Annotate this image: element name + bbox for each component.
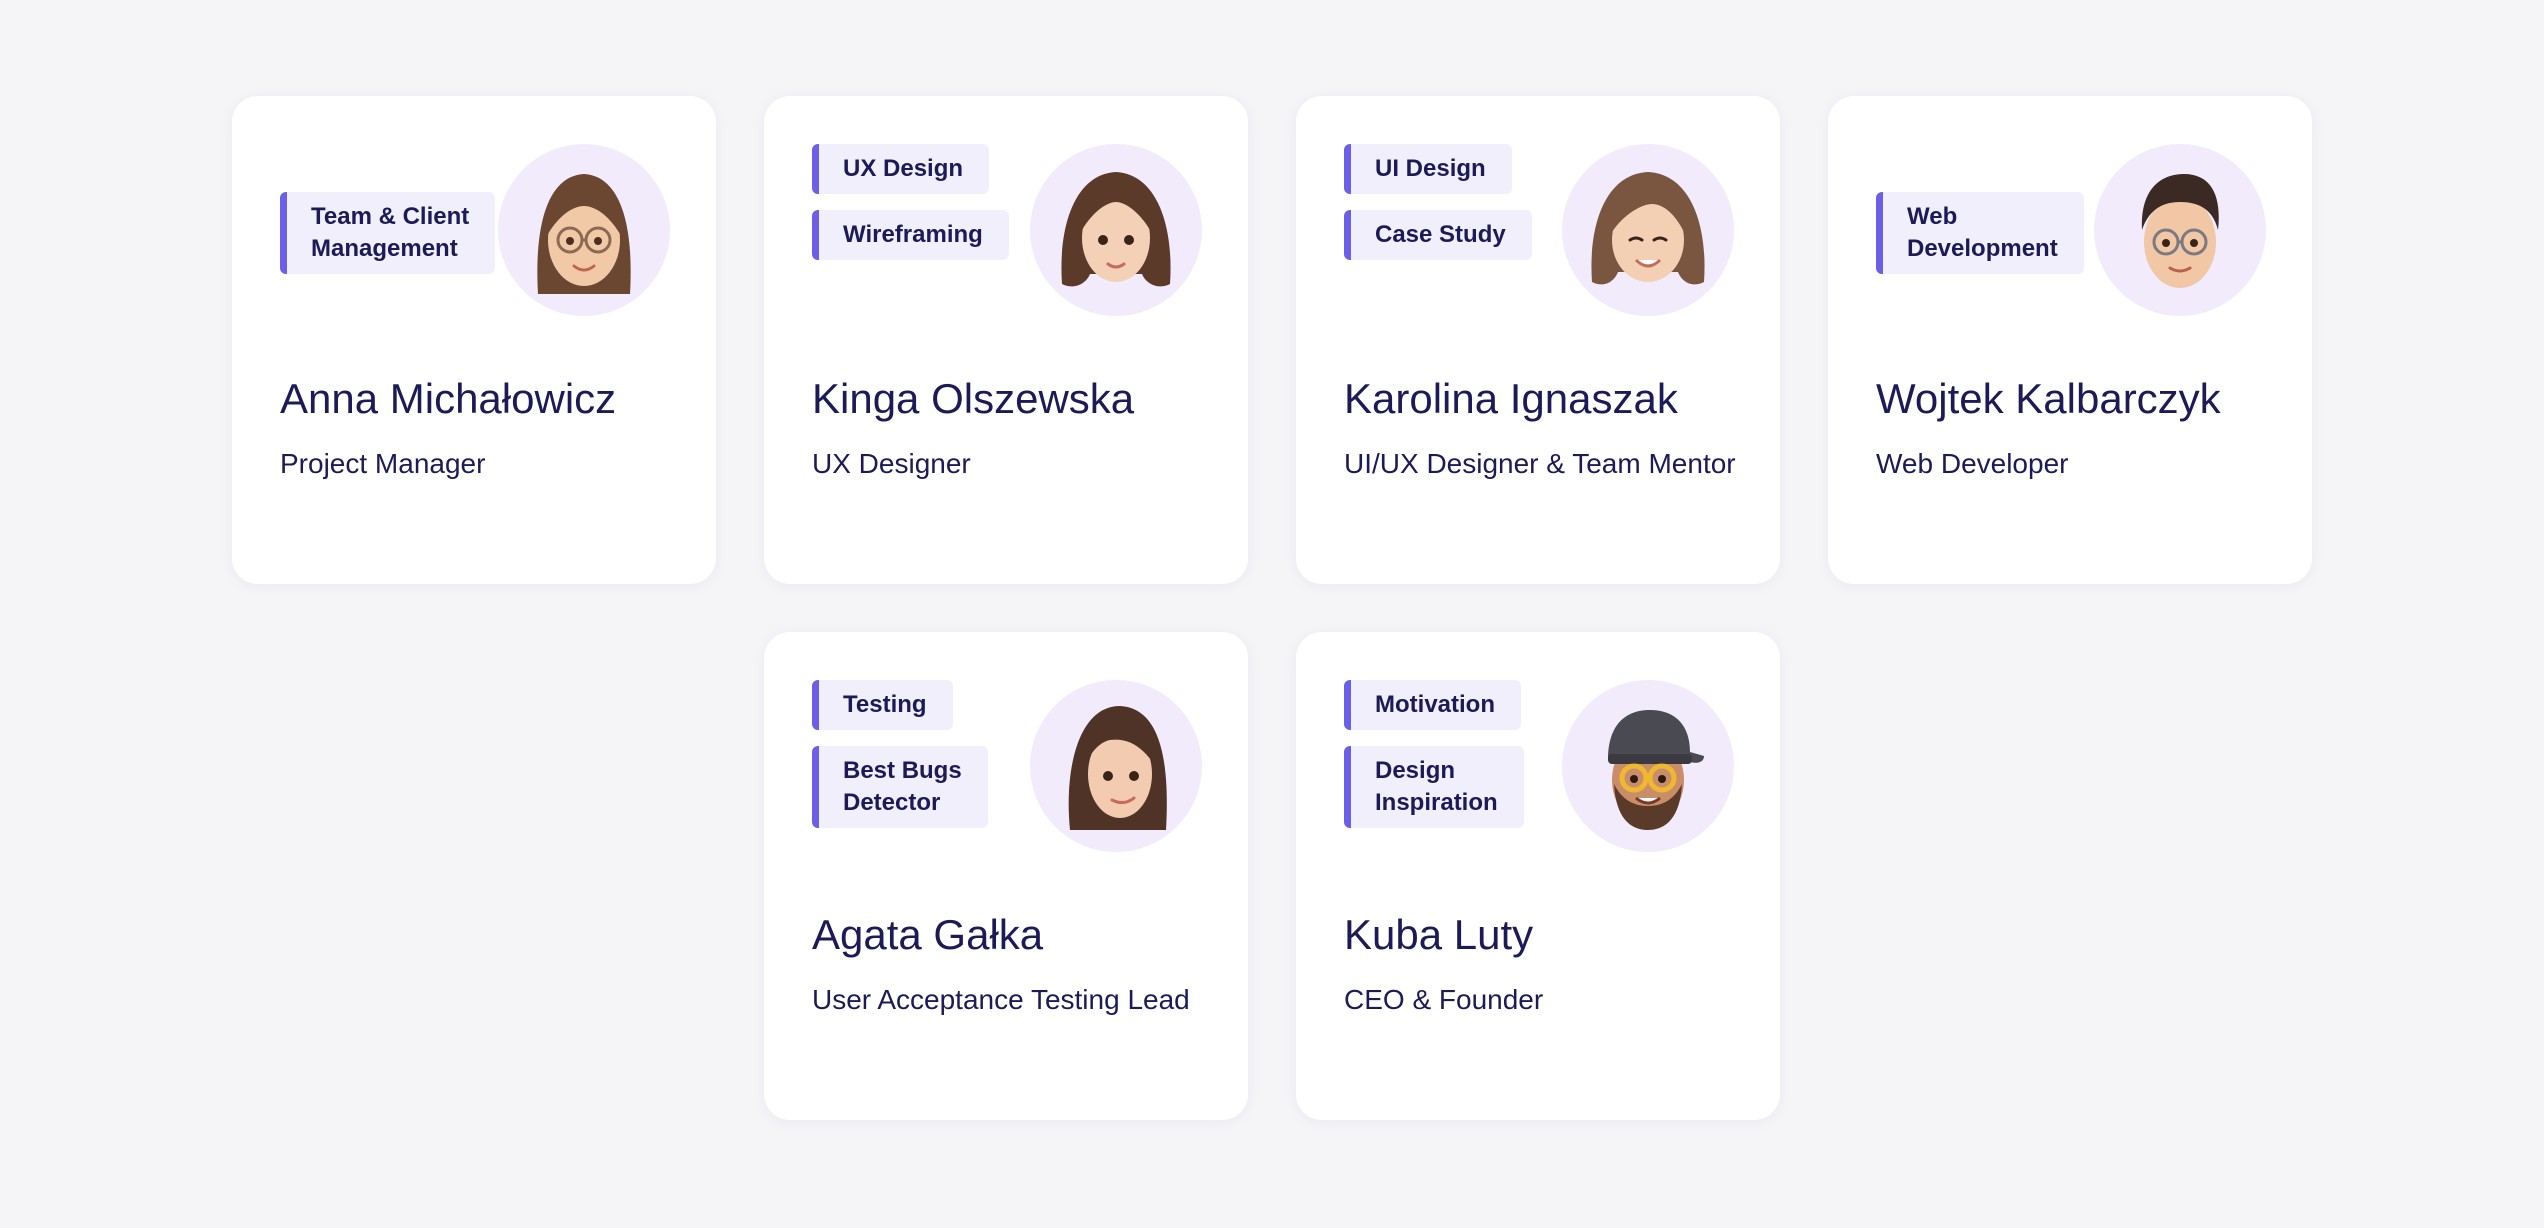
skill-tag: Testing: [812, 680, 953, 730]
team-member-card: Team & Client Management Anna Michałowic…: [232, 96, 716, 584]
memoji-woman-smiling-icon: [1562, 144, 1734, 316]
skill-tag: Best Bugs Detector: [812, 746, 988, 828]
skill-tag: UX Design: [812, 144, 990, 194]
memoji-woman-long-hair-icon: [1030, 680, 1202, 852]
member-role: CEO & Founder: [1344, 984, 1544, 1015]
skill-tags: UI Design Case Study: [1344, 144, 1532, 260]
skill-tags: Testing Best Bugs Detector: [812, 680, 988, 828]
team-member-card: Web Development Wojtek Kalbarczyk Web De…: [1828, 96, 2312, 584]
team-member-card: UI Design Case Study Karolina Ignaszak U…: [1296, 96, 1780, 584]
skill-tag: UI Design: [1344, 144, 1512, 194]
skill-tag: Wireframing: [812, 210, 1009, 260]
member-role: UX Designer: [812, 448, 971, 479]
skill-tag: Web Development: [1876, 192, 2084, 274]
skill-tag: Team & Client Management: [280, 192, 496, 274]
skill-tag: Case Study: [1344, 210, 1532, 260]
memoji-woman-glasses-icon: [498, 144, 670, 316]
skill-tags: Web Development: [1876, 192, 2084, 274]
member-name: Anna Michałowicz: [280, 375, 617, 422]
skill-tags: Team & Client Management: [280, 192, 496, 274]
memoji-man-glasses-icon: [2094, 144, 2266, 316]
skill-tag: Motivation: [1344, 680, 1521, 730]
member-name: Wojtek Kalbarczyk: [1876, 375, 2221, 422]
member-name: Kinga Olszewska: [812, 375, 1135, 422]
member-name: Agata Gałka: [812, 911, 1044, 958]
member-role: Web Developer: [1876, 448, 2069, 479]
team-member-card: Motivation Design Inspiration Kuba Luty …: [1296, 632, 1780, 1120]
member-role: UI/UX Designer & Team Mentor: [1344, 448, 1736, 479]
team-member-card: Testing Best Bugs Detector Agata Gałka U…: [764, 632, 1248, 1120]
skill-tags: Motivation Design Inspiration: [1344, 680, 1524, 828]
member-name: Kuba Luty: [1344, 911, 1534, 958]
member-role: User Acceptance Testing Lead: [812, 984, 1190, 1015]
team-member-card: UX Design Wireframing Kinga Olszewska UX…: [764, 96, 1248, 584]
memoji-woman-brown-hair-icon: [1030, 144, 1202, 316]
member-name: Karolina Ignaszak: [1344, 375, 1678, 422]
memoji-man-cap-beard-icon: [1562, 680, 1734, 852]
skill-tag: Design Inspiration: [1344, 746, 1524, 828]
member-role: Project Manager: [280, 448, 486, 479]
skill-tags: UX Design Wireframing: [812, 144, 1009, 260]
